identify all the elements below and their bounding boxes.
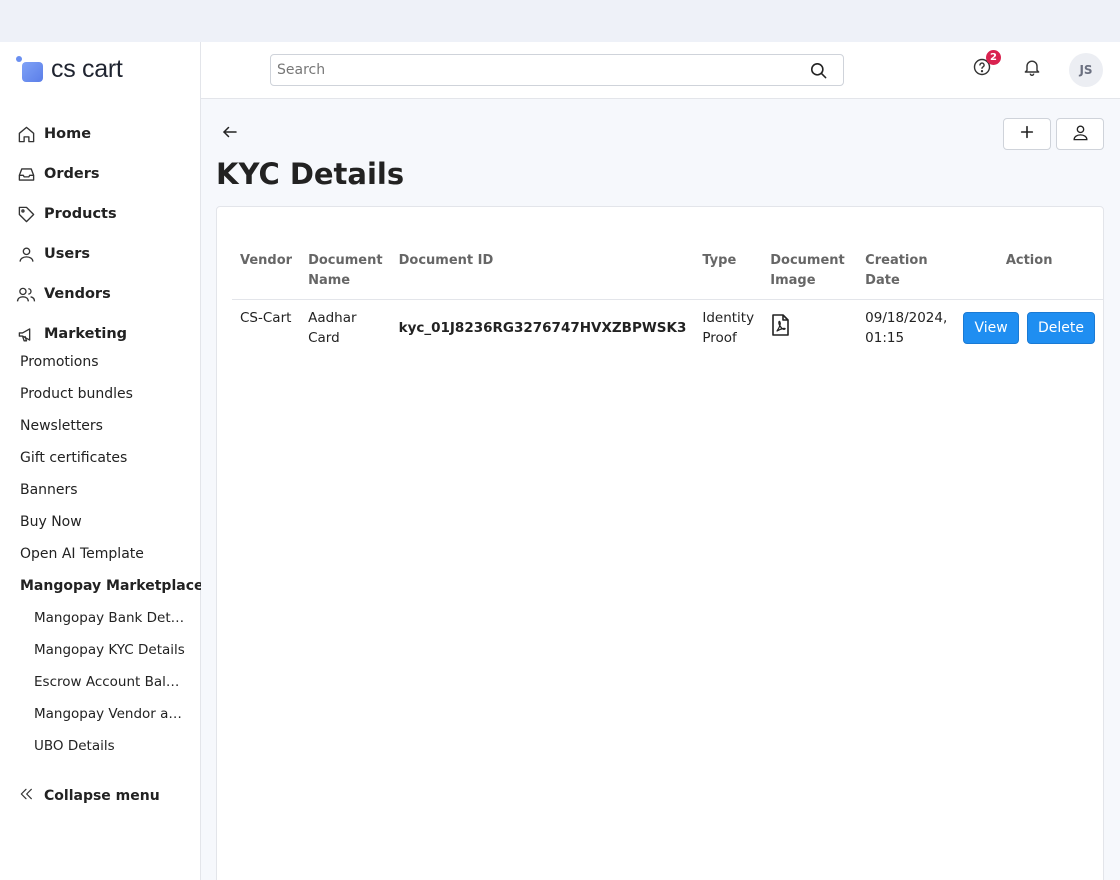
document-id-text: kyc_01J8236RG3276747HVXZBPWSK3 — [398, 320, 687, 336]
sidebar-subitem-label: Escrow Account Balance — [34, 674, 186, 690]
sidebar-subitem-product-bundles[interactable]: Product bundles — [20, 378, 198, 410]
sidebar-item-label: Products — [44, 206, 117, 222]
sidebar-item-label: Home — [44, 126, 92, 142]
cell-document-id: kyc_01J8236RG3276747HVXZBPWSK3 — [391, 300, 695, 357]
users-icon — [16, 284, 36, 304]
cell-actions: View Delete — [955, 300, 1103, 357]
sidebar-item-label: Marketing — [44, 326, 128, 342]
logo-text: cs cart — [51, 54, 123, 83]
cell-creation-date: 09/18/2024, 01:15 — [865, 310, 948, 346]
cell-document-name: Aadhar Card — [308, 310, 357, 346]
page-title: KYC Details — [216, 157, 405, 191]
sidebar-subitem-mangopay-bank-details[interactable]: Mangopay Bank Details — [20, 602, 198, 634]
cell-vendor: CS-Cart — [240, 310, 292, 326]
sidebar-subitem-label: UBO Details — [34, 738, 115, 754]
top-header: 2 JS — [201, 42, 1120, 99]
avatar[interactable]: JS — [1069, 53, 1103, 87]
sidebar-subitem-escrow-account-balance[interactable]: Escrow Account Balance — [20, 666, 198, 698]
sidebar-subitem-mangopay-kyc-details[interactable]: Mangopay KYC Details — [20, 634, 198, 666]
search-box — [270, 54, 844, 86]
home-icon — [16, 124, 36, 144]
sidebar-subitem-open-ai-template[interactable]: Open AI Template — [20, 538, 198, 570]
sidebar-item-orders[interactable]: Orders — [16, 154, 196, 194]
sidebar-subitem-label: Mangopay Vendor acco… — [34, 706, 186, 722]
sidebar-group-mangopay[interactable]: Mangopay Marketplace — [20, 570, 204, 602]
column-header-vendor: Vendor — [240, 253, 293, 268]
sidebar-subitem-newsletters[interactable]: Newsletters — [20, 410, 198, 442]
table-header-row: Vendor Document Name Document ID Type Do… — [232, 251, 1103, 300]
delete-button[interactable]: Delete — [1027, 312, 1095, 344]
sidebar-item-products[interactable]: Products — [16, 194, 196, 234]
sidebar-item-home[interactable]: Home — [16, 114, 196, 154]
kyc-table-card: Vendor Document Name Document ID Type Do… — [216, 206, 1104, 880]
pdf-file-icon[interactable] — [770, 314, 790, 340]
bell-icon — [1022, 57, 1042, 81]
sidebar-subitem-ubo-details[interactable]: UBO Details — [20, 730, 198, 762]
cell-type: Identity Proof — [702, 310, 755, 346]
sidebar-subitem-gift-certificates[interactable]: Gift certificates — [20, 442, 198, 474]
sidebar-item-users[interactable]: Users — [16, 234, 196, 274]
sidebar-main-nav: Home Orders Products Users Vendors Marke… — [16, 114, 196, 354]
sidebar-subitem-label: Mangopay Bank Details — [34, 610, 186, 626]
search-input[interactable] — [271, 55, 791, 85]
add-button[interactable] — [1003, 118, 1051, 150]
top-strip — [0, 0, 1120, 42]
sidebar-item-label: Orders — [44, 166, 100, 182]
logo[interactable]: cs cart — [16, 54, 123, 84]
main-content: KYC Details Vendor Document Name Documen… — [201, 99, 1120, 880]
table-row: CS-Cart Aadhar Card kyc_01J8236RG3276747… — [232, 300, 1103, 357]
sidebar: cs cart Home Orders Products Users Vendo… — [0, 42, 204, 880]
inbox-icon — [16, 164, 36, 184]
search-icon[interactable] — [809, 61, 828, 84]
sidebar-subitem-buy-now[interactable]: Buy Now — [20, 506, 198, 538]
collapse-menu-button[interactable]: Collapse menu — [18, 786, 160, 806]
sidebar-subitem-banners[interactable]: Banners — [20, 474, 198, 506]
back-button[interactable] — [221, 123, 239, 145]
plus-icon — [1019, 124, 1035, 144]
help-badge: 2 — [986, 50, 1001, 65]
sidebar-item-label: Vendors — [44, 286, 111, 302]
user-profile-button[interactable] — [1056, 118, 1104, 150]
column-header-document-image: Document Image — [770, 253, 845, 288]
logo-mark-icon — [16, 56, 44, 82]
column-header-document-name: Document Name — [308, 253, 383, 288]
column-header-type: Type — [702, 253, 737, 268]
megaphone-icon — [16, 324, 36, 344]
collapse-menu-label: Collapse menu — [44, 788, 160, 804]
cell-document-image — [762, 300, 857, 357]
help-button[interactable]: 2 — [969, 50, 1001, 82]
column-header-action: Action — [1005, 253, 1053, 268]
user-icon — [1071, 123, 1090, 146]
arrow-left-icon — [221, 126, 239, 145]
column-header-creation-date: Creation Date — [865, 253, 928, 288]
sidebar-subitem-label: Mangopay KYC Details — [34, 642, 185, 658]
sidebar-item-label: Users — [44, 246, 91, 262]
tag-icon — [16, 204, 36, 224]
notifications-button[interactable] — [1019, 56, 1045, 82]
double-chevron-left-icon — [18, 786, 34, 806]
column-header-document-id: Document ID — [398, 253, 494, 268]
sidebar-subitem-mangopay-vendor-accounts[interactable]: Mangopay Vendor acco… — [20, 698, 198, 730]
view-button[interactable]: View — [963, 312, 1019, 344]
kyc-table: Vendor Document Name Document ID Type Do… — [232, 251, 1103, 356]
sidebar-subitem-promotions[interactable]: Promotions — [20, 346, 198, 378]
marketing-submenu: Promotions Product bundles Newsletters G… — [20, 346, 204, 762]
user-icon — [16, 244, 36, 264]
sidebar-item-vendors[interactable]: Vendors — [16, 274, 196, 314]
